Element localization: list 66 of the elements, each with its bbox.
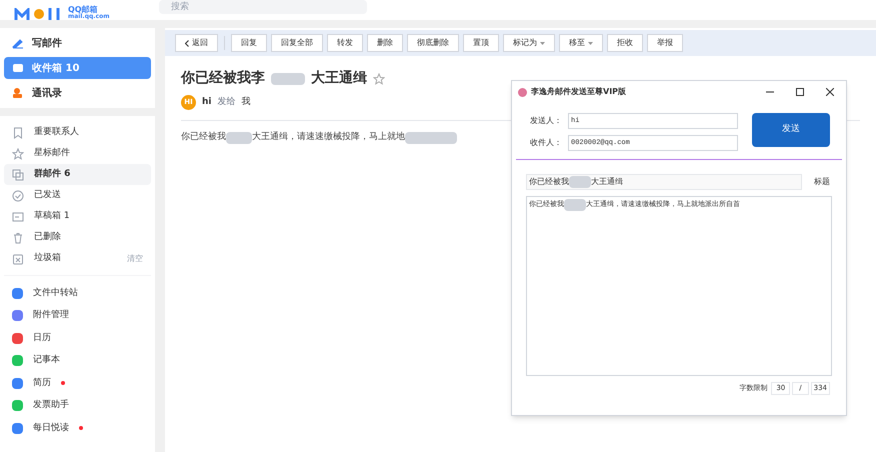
stacked-squares-icon (12, 168, 24, 180)
dialog-title: 李逸舟邮件发送至尊VIP版 (531, 86, 628, 98)
toolbar-button[interactable]: 转发 (327, 34, 363, 52)
subject-text: 大王通缉 (591, 176, 623, 188)
star-icon[interactable] (373, 72, 385, 84)
toolbar-button[interactable]: 回复 (231, 34, 267, 52)
app-logo-icon (518, 88, 527, 96)
bookmark-icon (12, 126, 24, 138)
app-item[interactable]: 简历 (4, 372, 151, 394)
folder-item[interactable]: 草稿箱 1 (4, 206, 151, 227)
subject-label: 标题 (814, 176, 830, 188)
blurred-text (569, 176, 591, 188)
folder-item[interactable]: 已删除 (4, 227, 151, 248)
caret-icon (588, 42, 593, 44)
star-icon (12, 148, 24, 160)
sidebar-item[interactable]: 通讯录 (4, 82, 151, 104)
app-item[interactable]: 发票助手 (4, 394, 151, 417)
sent-to-label: 发给 (218, 96, 236, 109)
search-field[interactable]: 搜索 (159, 0, 367, 14)
toolbar-button[interactable]: 彻底删除 (407, 34, 459, 52)
subject-input[interactable]: 你已经被我 大王通缉 (526, 174, 802, 190)
toolbar-button[interactable]: 置顶 (463, 34, 499, 52)
field-label: 收件人： (529, 137, 562, 149)
caret-icon (540, 42, 545, 44)
folder-item[interactable]: 已发送 (4, 185, 151, 206)
toolbar-button[interactable]: 标记为 (503, 34, 555, 52)
email-subject: 大王通缉 (311, 69, 367, 88)
blurred-text (405, 132, 457, 144)
pencil-icon (12, 37, 24, 49)
app-item[interactable]: 附件管理 (4, 304, 151, 327)
sidebar-item[interactable]: 写邮件 (4, 32, 151, 54)
chevron-left-icon (185, 40, 189, 46)
toolbar-button[interactable]: 删除 (367, 34, 403, 52)
app-item[interactable]: 记事本 (4, 350, 151, 372)
person-icon (12, 87, 24, 99)
toolbar-button[interactable]: 回复全部 (271, 34, 323, 52)
app-item[interactable]: 文件中转站 (4, 282, 151, 304)
email-body-text: 你已经被我 (181, 131, 226, 144)
recipient-name: 我 (242, 96, 250, 109)
blurred-text (271, 72, 305, 84)
trash-icon (12, 232, 24, 244)
maximize-icon[interactable] (796, 88, 804, 96)
app-item[interactable]: 每日悦读 (4, 417, 151, 440)
toolbar-button[interactable]: 移至 (559, 34, 603, 52)
email-body-text: 大王通缉，请速速缴械投降，马上就地 (252, 131, 405, 144)
sender-name: hi (202, 96, 212, 109)
subject-text: 你已经被我 (529, 176, 569, 188)
inbox-icon (12, 62, 24, 74)
toolbar-button[interactable]: 拒收 (607, 34, 643, 52)
folder-item[interactable]: 重要联系人 (4, 122, 151, 143)
email-subject: 你已经被我李 (181, 69, 265, 88)
draft-icon (12, 210, 24, 222)
field-label: 发送人： (529, 115, 562, 127)
app-item[interactable]: 日历 (4, 327, 151, 350)
logo-text: QQ邮箱 (68, 6, 98, 14)
blurred-text (564, 199, 586, 211)
bin-icon (12, 252, 24, 264)
check-circle-icon (12, 190, 24, 202)
folder-item[interactable]: 星标邮件 (4, 143, 151, 164)
send-button[interactable]: 发送 (752, 113, 830, 147)
toolbar-button[interactable]: 举报 (647, 34, 683, 52)
back-button[interactable]: 返回 (175, 34, 218, 52)
folder-item[interactable]: 垃圾箱 清空 (4, 248, 151, 269)
close-icon[interactable] (826, 88, 834, 96)
blurred-text (226, 132, 252, 144)
folder-item[interactable]: 群邮件 6 (4, 164, 151, 185)
